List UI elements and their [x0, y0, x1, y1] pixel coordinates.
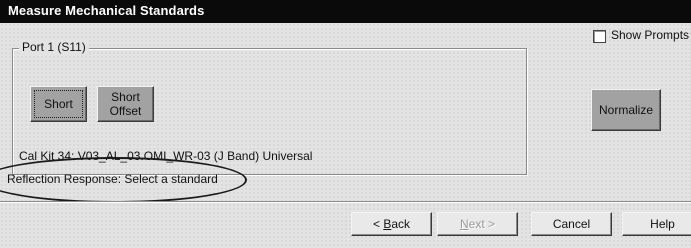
dialog-window: Measure Mechanical Standards Port 1 (S11… [0, 0, 691, 248]
short-button-label: Short [44, 97, 73, 111]
normalize-label: Normalize [598, 103, 653, 117]
short-offset-label-line2: Offset [109, 104, 142, 118]
back-arrow-text: < [372, 217, 384, 231]
back-label-rest: ack [391, 217, 411, 231]
short-offset-label-line1: Short [111, 90, 140, 104]
port-groupbox: Port 1 (S11) Short Short Offset Cal Kit … [12, 40, 527, 175]
short-offset-standard-button[interactable]: Short Offset [97, 86, 154, 122]
normalize-button[interactable]: Normalize [591, 89, 661, 131]
help-label: Help [650, 217, 675, 231]
cancel-label: Cancel [552, 217, 591, 231]
next-mnemonic: N [459, 217, 469, 231]
next-label-rest: ext > [468, 217, 496, 231]
next-button[interactable]: Next > [437, 212, 518, 236]
cancel-button[interactable]: Cancel [531, 212, 612, 236]
window-title: Measure Mechanical Standards [8, 3, 205, 18]
dialog-body: Port 1 (S11) Short Short Offset Cal Kit … [0, 23, 691, 248]
show-prompts-label[interactable]: Show Prompts [611, 28, 689, 42]
button-separator [0, 201, 691, 203]
back-button[interactable]: < Back [351, 212, 432, 236]
next-label: Next > [460, 217, 495, 231]
short-standard-button[interactable]: Short [30, 86, 87, 122]
highlight-ellipse [0, 157, 247, 203]
port-group-label: Port 1 (S11) [19, 40, 89, 54]
show-prompts-checkbox[interactable] [593, 30, 606, 43]
back-mnemonic: B [383, 217, 392, 231]
help-button[interactable]: Help [622, 212, 691, 236]
title-bar[interactable]: Measure Mechanical Standards [0, 0, 691, 23]
